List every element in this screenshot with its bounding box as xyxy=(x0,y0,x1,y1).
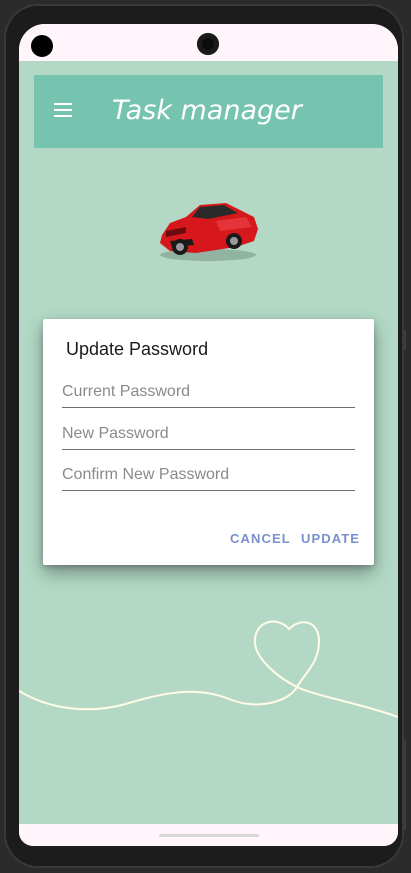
phone-screen: Task manager Update Password CANCEL UPDA… xyxy=(19,24,398,846)
confirm-password-field[interactable] xyxy=(62,460,355,491)
dialog-title: Update Password xyxy=(66,339,209,359)
update-button[interactable]: UPDATE xyxy=(301,531,360,546)
current-password-field[interactable] xyxy=(62,377,355,408)
side-button xyxy=(403,330,406,350)
side-button xyxy=(403,740,406,830)
navigation-bar xyxy=(19,824,398,846)
home-gesture-bar[interactable] xyxy=(159,834,259,837)
cancel-button[interactable]: CANCEL xyxy=(230,531,291,546)
new-password-field[interactable] xyxy=(62,419,355,450)
phone-frame: Task manager Update Password CANCEL UPDA… xyxy=(4,4,404,868)
update-password-dialog: Update Password CANCEL UPDATE xyxy=(43,319,374,565)
status-bar xyxy=(19,24,398,61)
status-dot xyxy=(31,35,53,57)
front-camera xyxy=(197,33,219,55)
